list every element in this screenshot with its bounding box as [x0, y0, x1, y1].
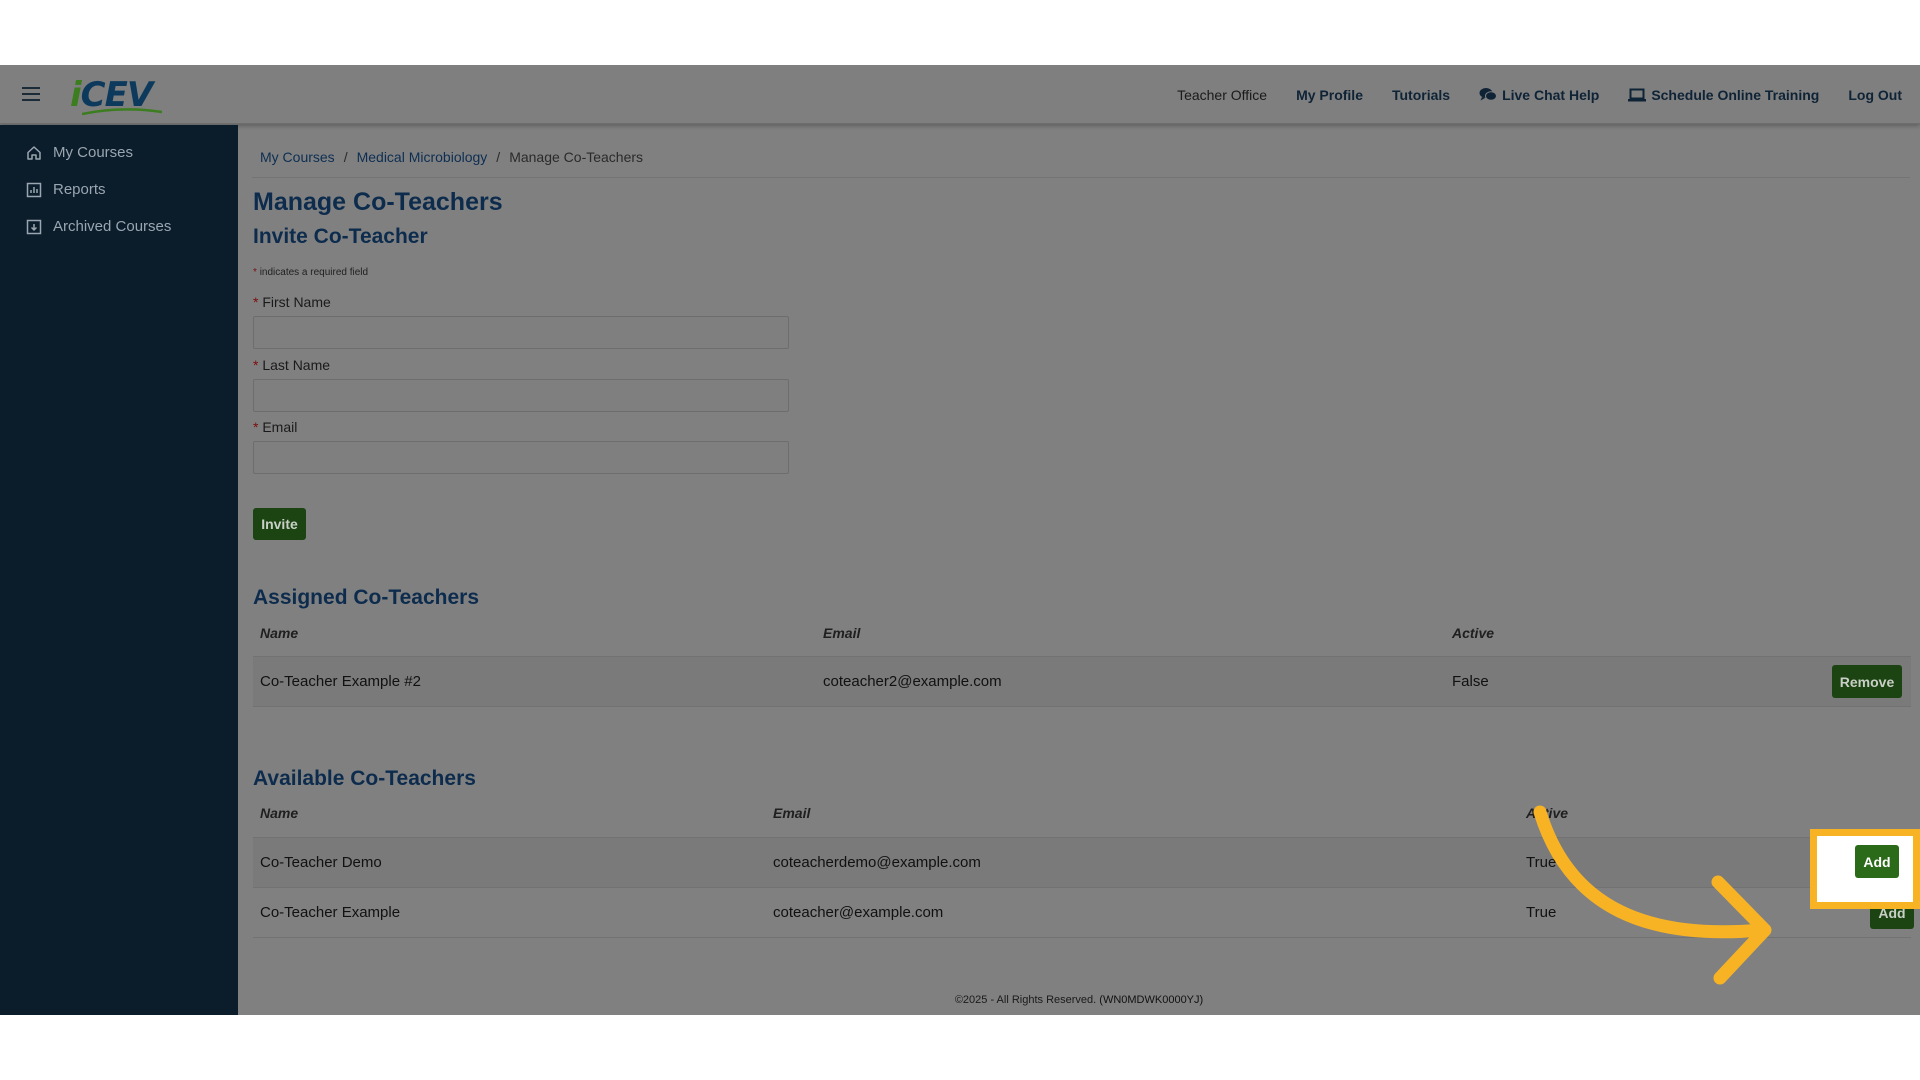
footer: ©2025 - All Rights Reserved. (WN0MDWK000… [238, 994, 1920, 1006]
top-nav: Teacher Office My Profile Tutorials Live… [1148, 65, 1902, 124]
sidebar-item-reports[interactable]: Reports [0, 171, 238, 208]
sidebar-item-my-courses[interactable]: My Courses [0, 134, 238, 171]
nav-tutorials[interactable]: Tutorials [1392, 87, 1450, 103]
nav-live-chat-help[interactable]: Live Chat Help [1479, 87, 1599, 103]
logo-swoosh-icon [82, 108, 162, 116]
required-star: * [253, 419, 259, 435]
available-col-name: Name [260, 805, 299, 821]
remove-button[interactable]: Remove [1832, 665, 1902, 698]
row-active: False [1452, 673, 1489, 690]
first-name-label-text: First Name [262, 294, 331, 310]
row-email: coteacher2@example.com [823, 673, 1002, 690]
footer-code: (WN0MDWK0000YJ) [1099, 994, 1204, 1006]
breadcrumb-current: Manage Co-Teachers [509, 149, 644, 165]
breadcrumb-separator: / [496, 149, 501, 165]
breadcrumb-divider [252, 177, 1910, 178]
row-name: Co-Teacher Demo [260, 854, 382, 871]
row-name: Co-Teacher Example [260, 904, 401, 921]
assigned-col-active: Active [1452, 625, 1495, 641]
table-divider [253, 706, 1911, 707]
breadcrumb: My Courses / Medical Microbiology / Mana… [260, 149, 643, 165]
archive-icon [26, 219, 42, 234]
highlight-arrow-icon [1533, 805, 1772, 985]
breadcrumb-separator: / [343, 149, 348, 165]
required-star: * [253, 267, 257, 278]
app-frame: iCEV Teacher Office My Profile Tutorials… [0, 65, 1920, 1015]
required-star: * [253, 357, 259, 373]
nav-log-out-label: Log Out [1848, 86, 1902, 103]
icev-logo[interactable]: iCEV [70, 75, 170, 116]
email-label: * Email [253, 419, 297, 435]
last-name-label-text: Last Name [262, 357, 331, 373]
laptop-icon [1628, 88, 1647, 101]
hamburger-menu-icon[interactable] [22, 87, 40, 101]
sidebar: My Courses Reports Archived Courses [0, 125, 238, 1015]
nav-teacher-office-label: Teacher Office [1177, 86, 1268, 103]
assigned-col-name: Name [260, 625, 299, 641]
row-name: Co-Teacher Example #2 [260, 673, 421, 690]
email-label-text: Email [262, 419, 298, 435]
footer-text: ©2025 - All Rights Reserved. [954, 994, 1097, 1006]
available-col-email: Email [773, 805, 811, 821]
nav-log-out[interactable]: Log Out [1848, 87, 1902, 103]
nav-teacher-office[interactable]: Teacher Office [1177, 87, 1267, 103]
sidebar-item-label: Archived Courses [53, 218, 172, 235]
nav-schedule-online-training-label: Schedule Online Training [1651, 86, 1820, 103]
nav-my-profile[interactable]: My Profile [1296, 87, 1363, 103]
last-name-label: * Last Name [253, 357, 330, 373]
chat-icon [1479, 88, 1498, 101]
available-heading: Available Co-Teachers [253, 767, 476, 790]
breadcrumb-medical-microbiology[interactable]: Medical Microbiology [357, 149, 488, 165]
nav-my-profile-label: My Profile [1296, 86, 1363, 103]
required-note-text: indicates a required field [259, 267, 369, 278]
row-email: coteacher@example.com [773, 904, 944, 921]
last-name-input[interactable] [253, 379, 789, 412]
home-icon [27, 145, 41, 160]
email-input[interactable] [253, 441, 789, 474]
nav-tutorials-label: Tutorials [1391, 86, 1451, 103]
chart-icon [26, 182, 42, 197]
assigned-col-email: Email [823, 625, 861, 641]
table-row: Co-Teacher Example #2 coteacher2@example… [253, 657, 1911, 706]
sidebar-item-label: My Courses [53, 144, 134, 161]
invite-button[interactable]: Invite [253, 508, 306, 540]
first-name-input[interactable] [253, 316, 789, 349]
nav-schedule-online-training[interactable]: Schedule Online Training [1628, 87, 1819, 103]
page-title: Manage Co-Teachers [253, 188, 503, 216]
required-note: * indicates a required field [253, 267, 368, 278]
breadcrumb-my-courses[interactable]: My Courses [260, 149, 335, 165]
invite-heading: Invite Co-Teacher [253, 225, 428, 248]
sidebar-item-label: Reports [53, 181, 106, 198]
assigned-heading: Assigned Co-Teachers [253, 586, 480, 609]
add-button-highlighted[interactable]: Add [1855, 845, 1899, 878]
required-star: * [253, 294, 259, 310]
top-bar: iCEV Teacher Office My Profile Tutorials… [0, 65, 1920, 124]
first-name-label: * First Name [253, 294, 331, 310]
sidebar-item-archived-courses[interactable]: Archived Courses [0, 208, 238, 245]
nav-live-chat-help-label: Live Chat Help [1502, 86, 1600, 103]
row-email: coteacherdemo@example.com [773, 854, 981, 871]
